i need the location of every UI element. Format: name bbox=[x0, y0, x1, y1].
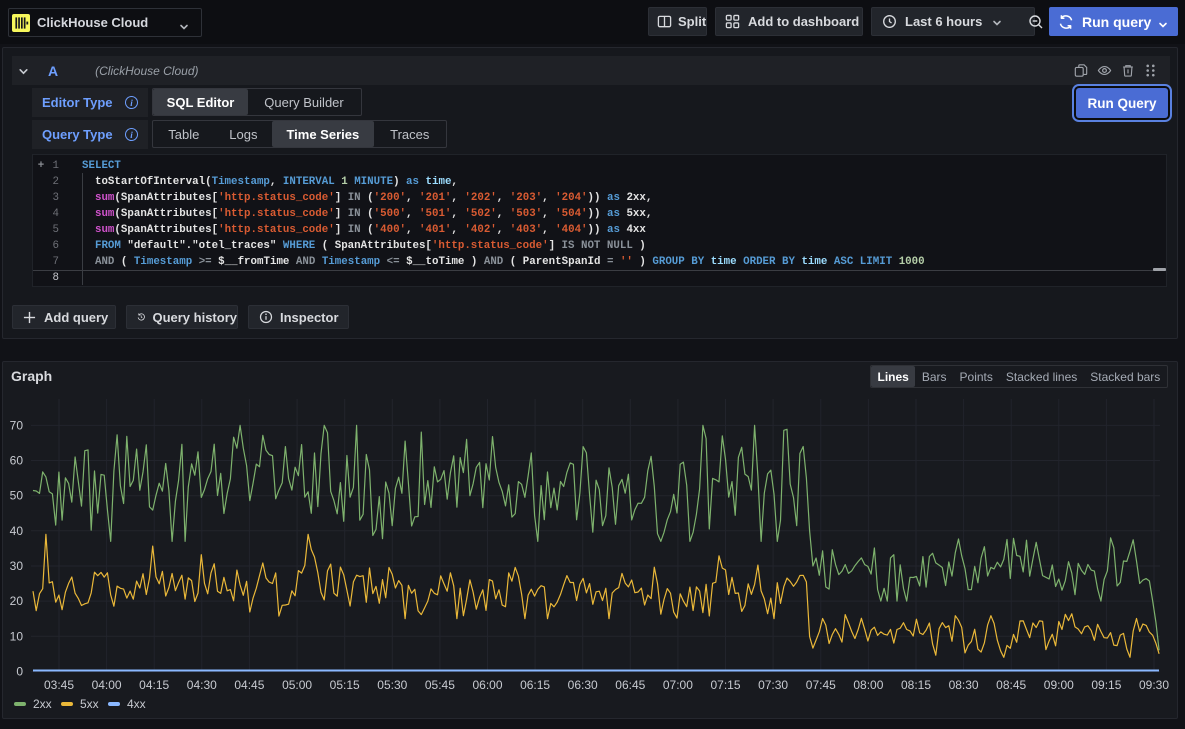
svg-text:0: 0 bbox=[16, 664, 23, 678]
svg-text:06:15: 06:15 bbox=[520, 678, 550, 692]
svg-text:04:00: 04:00 bbox=[92, 678, 122, 692]
svg-text:05:45: 05:45 bbox=[425, 678, 455, 692]
svg-text:09:15: 09:15 bbox=[1091, 678, 1121, 692]
svg-text:04:30: 04:30 bbox=[187, 678, 217, 692]
svg-text:06:45: 06:45 bbox=[615, 678, 645, 692]
svg-text:60: 60 bbox=[10, 454, 24, 468]
svg-text:07:15: 07:15 bbox=[710, 678, 740, 692]
svg-text:09:30: 09:30 bbox=[1139, 678, 1169, 692]
svg-text:70: 70 bbox=[10, 418, 24, 432]
svg-text:08:00: 08:00 bbox=[853, 678, 883, 692]
svg-text:06:00: 06:00 bbox=[472, 678, 502, 692]
svg-text:05:30: 05:30 bbox=[377, 678, 407, 692]
svg-text:05:15: 05:15 bbox=[330, 678, 360, 692]
svg-text:50: 50 bbox=[10, 489, 24, 503]
svg-text:07:30: 07:30 bbox=[758, 678, 788, 692]
svg-text:07:00: 07:00 bbox=[663, 678, 693, 692]
svg-text:06:30: 06:30 bbox=[568, 678, 598, 692]
svg-text:03:45: 03:45 bbox=[44, 678, 74, 692]
svg-text:40: 40 bbox=[10, 524, 24, 538]
svg-text:04:45: 04:45 bbox=[234, 678, 264, 692]
svg-text:08:45: 08:45 bbox=[996, 678, 1026, 692]
svg-text:05:00: 05:00 bbox=[282, 678, 312, 692]
svg-text:07:45: 07:45 bbox=[806, 678, 836, 692]
svg-text:04:15: 04:15 bbox=[139, 678, 169, 692]
svg-text:10: 10 bbox=[10, 629, 24, 643]
svg-text:30: 30 bbox=[10, 559, 24, 573]
svg-text:08:30: 08:30 bbox=[949, 678, 979, 692]
svg-text:20: 20 bbox=[10, 594, 24, 608]
svg-text:08:15: 08:15 bbox=[901, 678, 931, 692]
svg-text:09:00: 09:00 bbox=[1044, 678, 1074, 692]
